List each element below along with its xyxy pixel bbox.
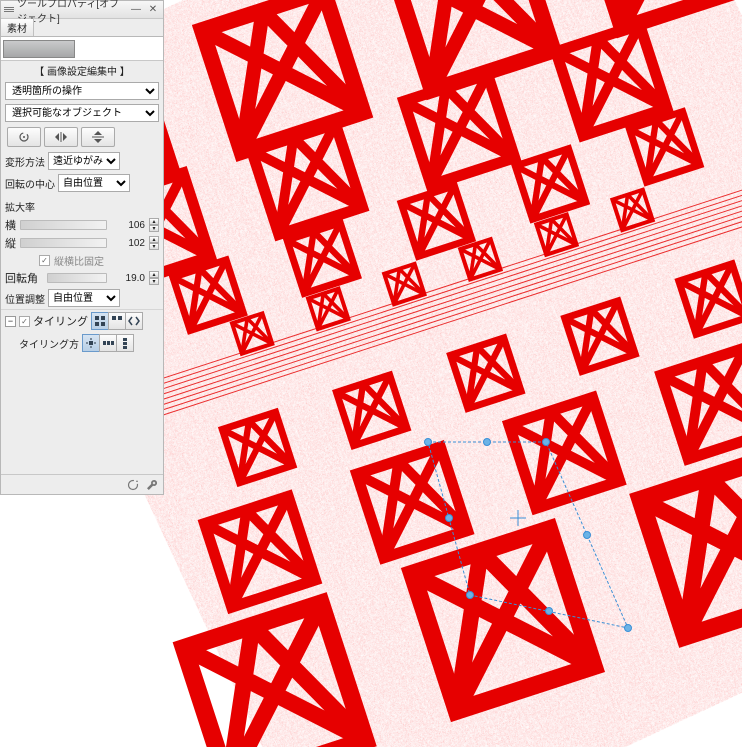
width-slider[interactable]	[20, 220, 107, 230]
panel-header: ツールプロパティ[オブジェクト] — ✕	[1, 1, 163, 19]
flip-vertical-button[interactable]	[81, 127, 115, 147]
tiling-mode-alt[interactable]	[125, 312, 143, 330]
tiling-mode-both[interactable]	[91, 312, 109, 330]
aspect-lock-label: 縦横比固定	[54, 253, 104, 268]
tiling-mode-toggles	[91, 312, 143, 330]
material-swatch[interactable]	[3, 40, 75, 58]
tiling-mode-flip[interactable]	[108, 312, 126, 330]
transparency-dropdown[interactable]: 透明箇所の操作	[5, 82, 159, 100]
tiling-direction-toggles	[82, 334, 134, 352]
height-value: 102	[111, 238, 145, 249]
material-swatch-row	[1, 37, 163, 61]
scale-header: 拡大率	[5, 199, 35, 214]
selectable-object-dropdown[interactable]: 選択可能なオブジェクト	[5, 104, 159, 122]
height-stepper[interactable]: ▴▾	[149, 236, 159, 250]
tiling-dir-grid[interactable]	[82, 334, 100, 352]
position-adjust-label: 位置調整	[5, 291, 45, 306]
tab-row: 素材	[1, 19, 163, 37]
transform-method-dropdown[interactable]: 遠近ゆがみ	[48, 152, 120, 170]
panel-footer	[1, 474, 163, 494]
rotation-center-dropdown[interactable]: 自由位置	[58, 174, 130, 192]
menu-icon[interactable]	[4, 7, 14, 12]
tab-material[interactable]: 素材	[1, 19, 34, 36]
transform-buttons	[1, 124, 163, 150]
height-label: 縦	[5, 235, 16, 251]
tool-property-panel: ツールプロパティ[オブジェクト] — ✕ 素材 【 画像設定編集中 】 透明箇所…	[0, 0, 164, 495]
tiling-dir-vertical[interactable]	[116, 334, 134, 352]
position-adjust-dropdown[interactable]: 自由位置	[48, 289, 120, 307]
reset-rotation-button[interactable]	[7, 127, 41, 147]
width-stepper[interactable]: ▴▾	[149, 218, 159, 232]
rotation-stepper[interactable]: ▴▾	[149, 271, 159, 285]
aspect-lock-checkbox[interactable]: ✓	[39, 255, 50, 266]
section-header: 【 画像設定編集中 】	[1, 61, 163, 80]
tiling-collapse-toggle[interactable]: −	[5, 316, 16, 327]
tiling-label: タイリング	[33, 313, 88, 329]
rotation-slider[interactable]	[47, 273, 107, 283]
width-value: 106	[111, 220, 145, 231]
height-slider[interactable]	[20, 238, 107, 248]
rotation-value: 19.0	[111, 273, 145, 284]
transform-method-label: 変形方法	[5, 154, 45, 169]
rotation-center-label: 回転の中心	[5, 176, 55, 191]
flip-horizontal-button[interactable]	[44, 127, 78, 147]
wrench-icon[interactable]	[145, 478, 159, 492]
close-button[interactable]: ✕	[146, 4, 160, 16]
reset-icon[interactable]	[126, 478, 140, 492]
tiling-dir-horizontal[interactable]	[99, 334, 117, 352]
rotation-label: 回転角	[5, 270, 43, 286]
tiling-method-label: タイリング方	[19, 336, 79, 351]
tiling-checkbox[interactable]: ✓	[19, 316, 30, 327]
minimize-button[interactable]: —	[129, 4, 143, 16]
width-label: 横	[5, 217, 16, 233]
